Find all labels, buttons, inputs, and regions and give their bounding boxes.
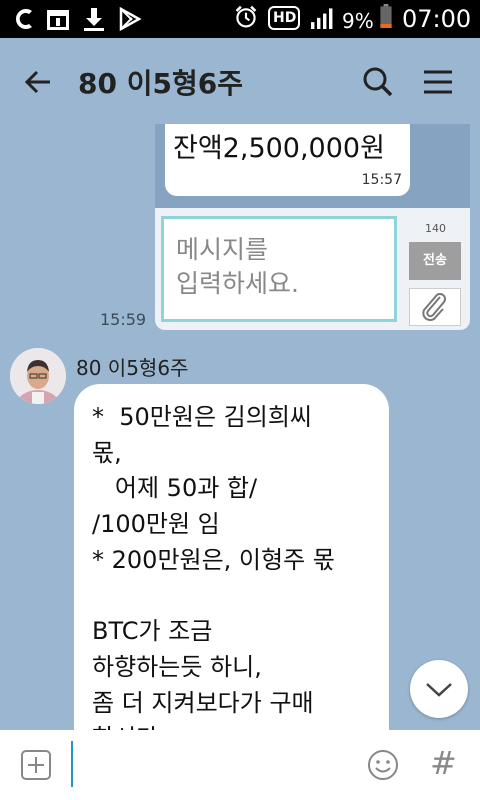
scroll-down-button[interactable] <box>410 660 468 718</box>
image-send-button: 전송 <box>409 242 461 280</box>
calendar-icon <box>47 10 69 30</box>
battery-percent: 9% <box>342 9 374 33</box>
sender-name: 80 이5형6주 <box>76 356 189 380</box>
image-attach-button <box>409 288 461 326</box>
message-input-bar: # <box>0 730 480 800</box>
image-char-count: 140 <box>425 222 446 235</box>
opera-icon <box>16 9 32 29</box>
play-store-icon <box>119 7 142 31</box>
profile-photo <box>10 348 66 404</box>
message-input[interactable] <box>78 742 352 788</box>
text-caret <box>71 741 73 787</box>
battery-icon <box>380 4 392 28</box>
back-arrow-icon[interactable] <box>20 62 60 102</box>
sender-avatar[interactable] <box>10 348 66 404</box>
alarm-icon <box>235 5 257 28</box>
hd-voice-icon: HD <box>268 6 300 30</box>
search-icon[interactable] <box>358 62 398 102</box>
chat-header: 80 이5형6주 <box>0 38 480 124</box>
shared-image[interactable]: 잔액2,500,000원 15:57 메시지를 입력하세요. 140 전송 <box>155 124 470 330</box>
hd-label: HD <box>273 10 297 26</box>
message-time: 15:59 <box>100 310 147 329</box>
signal-icon <box>311 8 333 29</box>
hashtag-button[interactable]: # <box>430 744 457 782</box>
clock: 07:00 <box>402 5 472 33</box>
menu-icon[interactable] <box>418 62 458 102</box>
image-placeholder-text: 메시지를 입력하세요. <box>176 235 299 298</box>
chat-title: 80 이5형6주 <box>78 67 243 100</box>
paperclip-icon <box>422 293 446 322</box>
message-bubble[interactable]: * 50만원은 김의희씨 몫, 어제 50과 합/ /100만원 임 * 200… <box>74 384 389 730</box>
chat-area[interactable]: 잔액2,500,000원 15:57 메시지를 입력하세요. 140 전송 15… <box>0 124 480 730</box>
add-attachment-icon[interactable] <box>20 749 52 781</box>
status-bar: HD 9% 07:00 <box>0 0 480 38</box>
image-balance-text: 잔액2,500,000원 <box>173 133 385 164</box>
image-message-bubble: 잔액2,500,000원 15:57 <box>165 124 410 196</box>
image-input-box: 메시지를 입력하세요. <box>161 216 397 322</box>
message-text: * 50만원은 김의희씨 몫, 어제 50과 합/ /100만원 임 * 200… <box>92 403 335 730</box>
image-inner-time: 15:57 <box>361 172 402 188</box>
download-icon <box>84 8 104 31</box>
image-input-area: 메시지를 입력하세요. 140 전송 <box>155 208 470 330</box>
emoji-icon[interactable] <box>366 748 400 782</box>
